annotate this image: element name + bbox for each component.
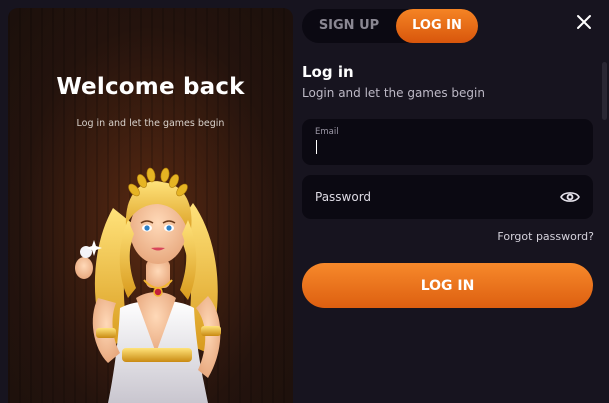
- goddess-illustration: [75, 167, 221, 403]
- login-modal: Welcome back Log in and let the games be…: [0, 0, 609, 403]
- tab-log-in[interactable]: LOG IN: [396, 9, 478, 43]
- close-icon[interactable]: [572, 10, 596, 34]
- login-button[interactable]: LOG IN: [302, 263, 593, 308]
- promo-title: Welcome back: [56, 74, 245, 100]
- form-title: Log in: [302, 63, 354, 81]
- auth-tabs: SIGN UP LOG IN: [302, 9, 478, 43]
- promo-subtitle: Log in and let the games begin: [76, 118, 225, 129]
- form-subtitle: Login and let the games begin: [302, 86, 485, 100]
- text-cursor: [316, 140, 317, 154]
- eye-icon[interactable]: [560, 188, 580, 206]
- email-field[interactable]: Email: [302, 119, 593, 165]
- email-input[interactable]: [314, 139, 576, 157]
- forgot-password-link[interactable]: Forgot password?: [470, 230, 594, 243]
- password-input[interactable]: [315, 187, 555, 207]
- tab-sign-up[interactable]: SIGN UP: [302, 9, 396, 43]
- email-label: Email: [315, 127, 339, 137]
- password-field[interactable]: [302, 175, 593, 219]
- promo-panel: Welcome back Log in and let the games be…: [8, 8, 293, 403]
- scrollbar-thumb[interactable]: [602, 62, 607, 120]
